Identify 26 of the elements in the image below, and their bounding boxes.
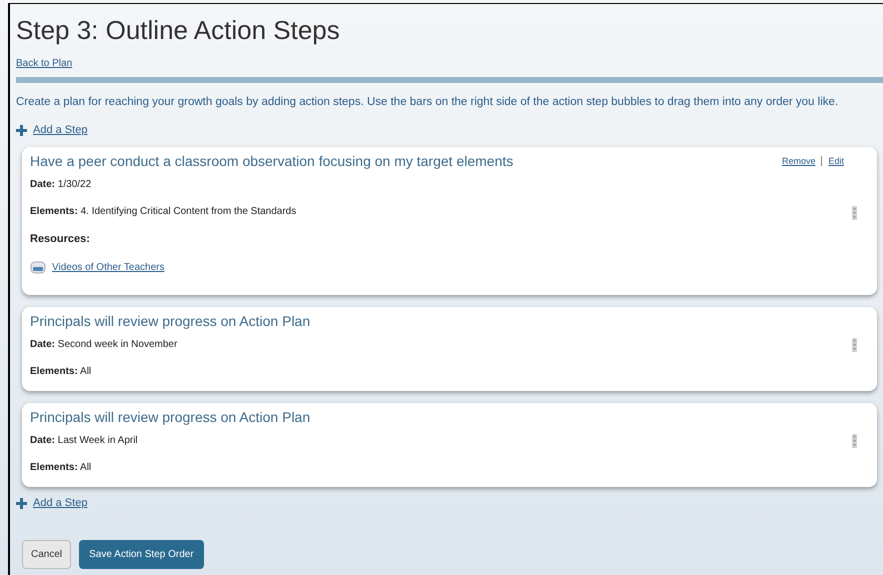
cancel-button[interactable]: Cancel bbox=[22, 540, 72, 568]
add-step-link[interactable]: Add a Step bbox=[33, 122, 88, 138]
drag-handle-icon[interactable] bbox=[852, 338, 857, 352]
resource-link[interactable]: Videos of Other Teachers bbox=[52, 260, 164, 274]
step-detail: Elements: All bbox=[30, 461, 92, 475]
drag-handle-icon[interactable] bbox=[852, 206, 857, 220]
back-link[interactable]: Back to Plan bbox=[16, 56, 72, 71]
drag-handle-icon[interactable] bbox=[852, 434, 857, 448]
add-step-link[interactable]: Add a Step bbox=[33, 495, 88, 512]
instructions-text: Create a plan for reaching your growth goals by adding action steps. Use the bars on the right side of the action step bubbles to drag them into any order you like. bbox=[16, 95, 840, 110]
step-title: Principals will review progress on Action Plan bbox=[30, 408, 310, 427]
step-detail: Date: Second week in November bbox=[30, 338, 178, 352]
step-detail: Elements: 4. Identifying Critical Content from the Standards bbox=[30, 204, 298, 218]
step-detail: Date: 1/30/22 bbox=[30, 178, 92, 192]
document-icon bbox=[30, 259, 46, 275]
step-title: Have a peer conduct a classroom observation focusing on my target elements bbox=[30, 152, 514, 170]
resources-label: Resources: bbox=[30, 232, 91, 246]
save-button[interactable]: Save Action Step Order bbox=[79, 540, 204, 568]
action-link[interactable]: Edit bbox=[828, 154, 844, 168]
step-detail: Elements: All bbox=[30, 365, 92, 379]
plus-icon bbox=[16, 498, 27, 509]
plus-icon bbox=[16, 124, 27, 136]
step-detail: Date: Last Week in April bbox=[30, 434, 139, 448]
step-title: Principals will review progress on Action Plan bbox=[30, 312, 310, 331]
action-link[interactable]: Remove bbox=[782, 154, 816, 168]
page-title: Step 3: Outline Action Steps bbox=[16, 14, 341, 46]
